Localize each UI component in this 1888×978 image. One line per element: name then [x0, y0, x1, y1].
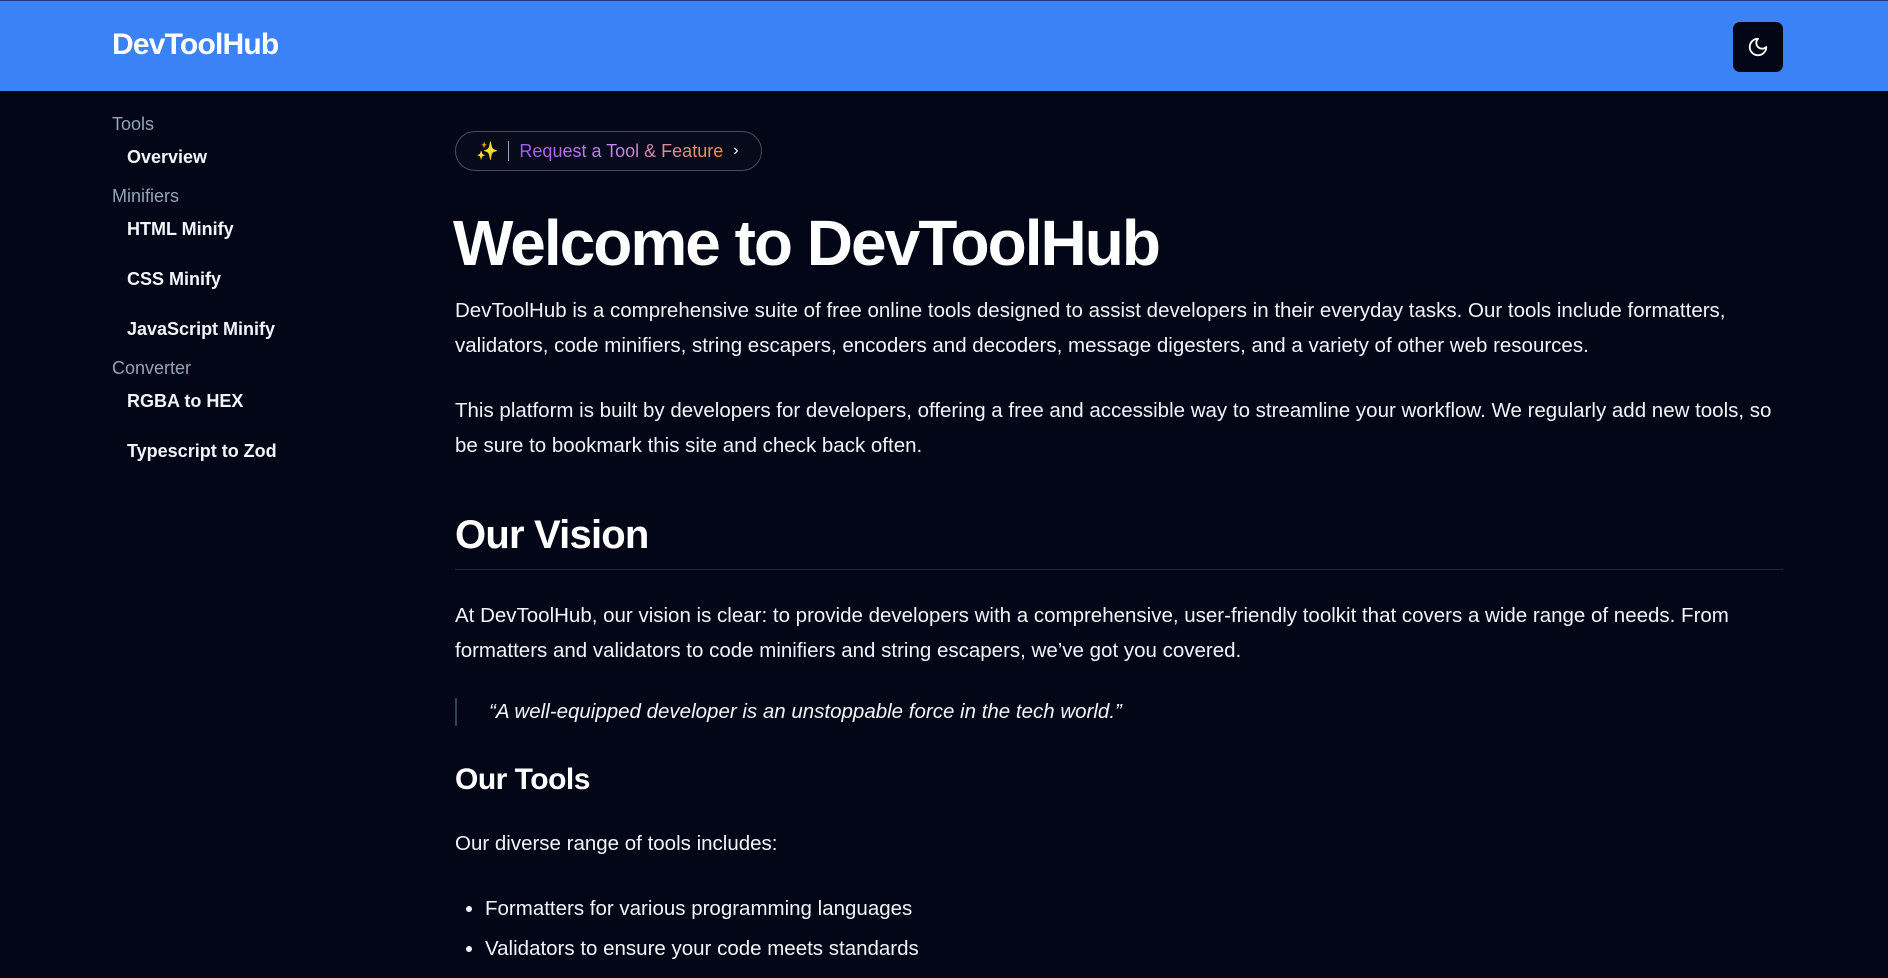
- intro-paragraph-2: This platform is built by developers for…: [455, 399, 1772, 457]
- tools-list: Formatters for various programming langu…: [455, 889, 1783, 969]
- tools-heading: Our Tools: [455, 763, 590, 796]
- sidebar-nav: Tools Overview Minifiers HTML Minify CSS…: [112, 108, 392, 476]
- sparkles-icon: ✨: [476, 140, 499, 161]
- top-header: DevToolHub: [0, 0, 1888, 91]
- vision-heading: Our Vision: [455, 513, 1783, 570]
- pill-divider: [508, 141, 510, 161]
- sidebar-item-overview[interactable]: Overview: [112, 132, 392, 182]
- sidebar-item-html-minify[interactable]: HTML Minify: [112, 204, 392, 254]
- sidebar-item-rgba-to-hex[interactable]: RGBA to HEX: [112, 376, 392, 426]
- moon-icon: [1748, 37, 1768, 57]
- tools-intro: Our diverse range of tools includes:: [455, 832, 778, 855]
- sidebar-item-javascript-minify[interactable]: JavaScript Minify: [112, 304, 392, 354]
- chevron-right-icon: ›: [733, 142, 739, 159]
- sidebar-item-css-minify[interactable]: CSS Minify: [112, 254, 392, 304]
- main-content: ✨ Request a Tool & Feature › Welcome to …: [453, 131, 1783, 969]
- request-tool-label: Request a Tool & Feature: [519, 140, 724, 161]
- vision-paragraph: At DevToolHub, our vision is clear: to p…: [455, 604, 1729, 662]
- page-title: Welcome to DevToolHub: [453, 207, 1161, 279]
- list-item: Validators to ensure your code meets sta…: [485, 929, 1783, 969]
- request-tool-button[interactable]: ✨ Request a Tool & Feature ›: [455, 131, 762, 171]
- sidebar-item-typescript-to-zod[interactable]: Typescript to Zod: [112, 426, 392, 476]
- intro-paragraph-1: DevToolHub is a comprehensive suite of f…: [455, 299, 1726, 357]
- theme-toggle-button[interactable]: [1733, 22, 1783, 72]
- brand-logo[interactable]: DevToolHub: [112, 27, 279, 63]
- vision-quote: “A well-equipped developer is an unstopp…: [455, 698, 1783, 726]
- list-item: Formatters for various programming langu…: [485, 889, 1783, 929]
